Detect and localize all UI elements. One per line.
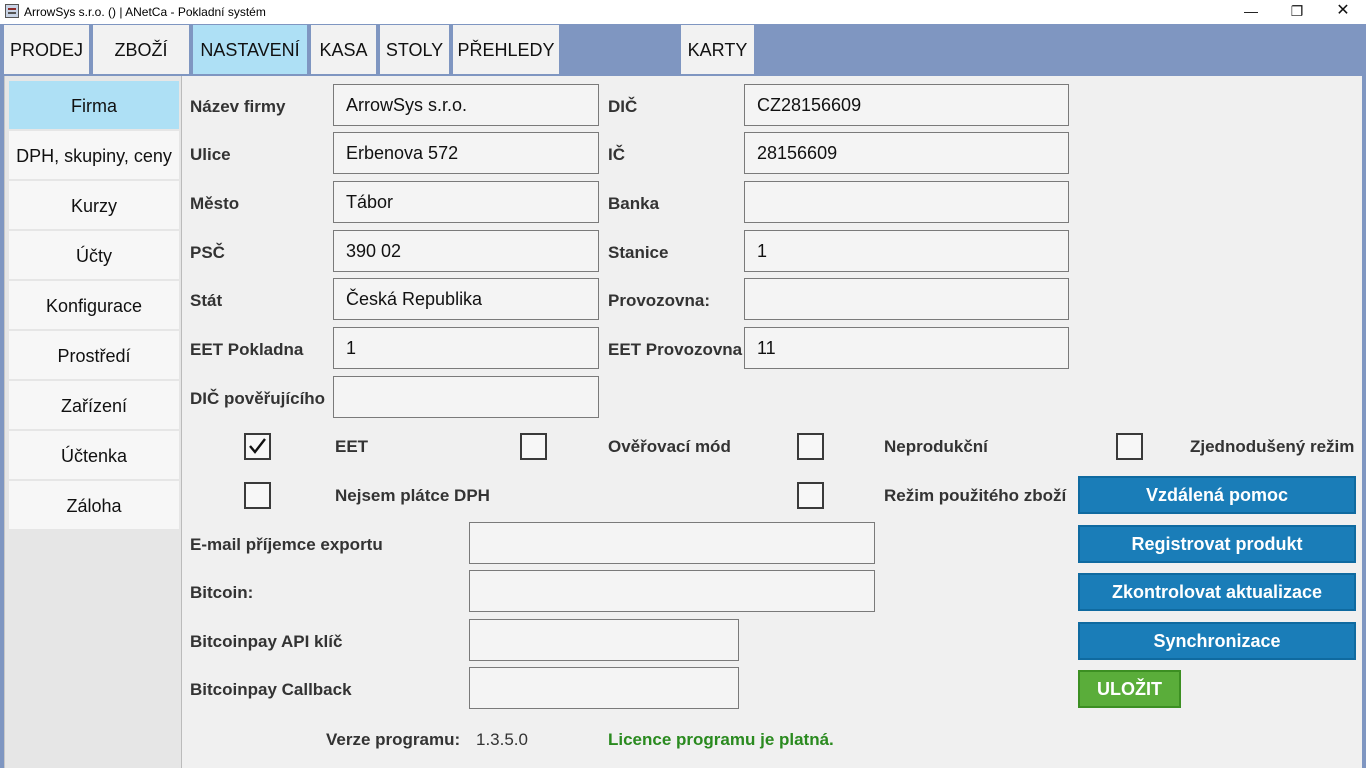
country-label: Stát	[190, 291, 223, 310]
register-product-button[interactable]: Registrovat produkt	[1078, 525, 1356, 563]
restore-icon[interactable]: ❐	[1274, 0, 1320, 24]
verification-mode-checkbox[interactable]	[520, 433, 547, 460]
window-frame-right	[1362, 76, 1366, 768]
check-updates-button[interactable]: Zkontrolovat aktualizace	[1078, 573, 1356, 611]
sidebar-item-uctenka[interactable]: Účtenka	[9, 431, 179, 479]
title-bar: ArrowSys s.r.o. () | ANetCa - Pokladní s…	[0, 0, 1366, 24]
tab-karty[interactable]: KARTY	[681, 25, 754, 74]
used-goods-mode-checkbox[interactable]	[797, 482, 824, 509]
export-email-field[interactable]	[469, 522, 875, 564]
tab-kasa[interactable]: KASA	[311, 25, 376, 74]
eet-register-label: EET Pokladna	[190, 340, 304, 359]
zip-label: PSČ	[190, 243, 225, 262]
eet-premises-label: EET Provozovna	[608, 340, 743, 359]
bitcoinpay-api-key-label: Bitcoinpay API klíč	[190, 632, 343, 651]
tax-id-label: DIČ	[608, 97, 638, 116]
tab-stoly[interactable]: STOLY	[380, 25, 449, 74]
sidebar-item-firma[interactable]: Firma	[9, 81, 179, 129]
simplified-mode-label: Zjednodušený režim	[1190, 437, 1355, 456]
export-email-label: E-mail příjemce exportu	[190, 535, 383, 554]
authorizing-tax-id-field[interactable]	[333, 376, 599, 418]
company-id-label: IČ	[608, 145, 625, 164]
licence-status: Licence programu je platná.	[608, 730, 834, 749]
remote-help-button[interactable]: Vzdálená pomoc	[1078, 476, 1356, 514]
company-id-field[interactable]: 28156609	[744, 132, 1069, 174]
close-icon[interactable]: ✕	[1320, 0, 1366, 24]
bitcoinpay-api-key-field[interactable]	[469, 619, 739, 661]
bitcoinpay-callback-label: Bitcoinpay Callback	[190, 680, 352, 699]
version-value: 1.3.5.0	[476, 730, 528, 749]
country-field[interactable]: Česká Republika	[333, 278, 599, 320]
window-title: ArrowSys s.r.o. () | ANetCa - Pokladní s…	[24, 5, 266, 19]
settings-sidebar: Firma DPH, skupiny, ceny Kurzy Účty Konf…	[4, 76, 181, 768]
bitcoin-field[interactable]	[469, 570, 875, 612]
sidebar-item-kurzy[interactable]: Kurzy	[9, 181, 179, 229]
sidebar-item-zaloha[interactable]: Záloha	[9, 481, 179, 529]
eet-checkbox[interactable]	[244, 433, 271, 460]
sidebar-item-ucty[interactable]: Účty	[9, 231, 179, 279]
sidebar-item-dph[interactable]: DPH, skupiny, ceny	[9, 131, 179, 179]
city-label: Město	[190, 194, 240, 213]
save-button[interactable]: ULOŽIT	[1078, 670, 1181, 708]
main-tab-bar: PRODEJ ZBOŽÍ NASTAVENÍ KASA STOLY PŘEHLE…	[0, 24, 1366, 76]
street-label: Ulice	[190, 145, 231, 164]
synchronize-button[interactable]: Synchronizace	[1078, 622, 1356, 660]
tab-prodej[interactable]: PRODEJ	[4, 25, 89, 74]
simplified-mode-checkbox[interactable]	[1116, 433, 1143, 460]
app-icon	[5, 4, 19, 18]
premises-label: Provozovna:	[608, 291, 711, 310]
station-label: Stanice	[608, 243, 669, 262]
sidebar-item-prostredi[interactable]: Prostředí	[9, 331, 179, 379]
sidebar-item-konfigurace[interactable]: Konfigurace	[9, 281, 179, 329]
not-vat-payer-label: Nejsem plátce DPH	[335, 486, 490, 505]
version-label: Verze programu:	[326, 730, 461, 749]
minimize-icon[interactable]: —	[1228, 0, 1274, 24]
station-field[interactable]: 1	[744, 230, 1069, 272]
bank-label: Banka	[608, 194, 660, 213]
sidebar-item-zarizeni[interactable]: Zařízení	[9, 381, 179, 429]
street-field[interactable]: Erbenova 572	[333, 132, 599, 174]
city-field[interactable]: Tábor	[333, 181, 599, 223]
used-goods-mode-label: Režim použitého zboží	[884, 486, 1067, 505]
company-name-field[interactable]: ArrowSys s.r.o.	[333, 84, 599, 126]
tax-id-field[interactable]: CZ28156609	[744, 84, 1069, 126]
checkmark-icon	[249, 438, 266, 454]
company-settings-panel: Název firmy ArrowSys s.r.o. Ulice Erbeno…	[181, 76, 1362, 768]
authorizing-tax-id-label: DIČ pověřujícího	[190, 389, 326, 408]
bitcoinpay-callback-field[interactable]	[469, 667, 739, 709]
tab-prehledy[interactable]: PŘEHLEDY	[453, 25, 559, 74]
tab-nastaveni[interactable]: NASTAVENÍ	[193, 25, 307, 74]
eet-premises-field[interactable]: 11	[744, 327, 1069, 369]
not-vat-payer-checkbox[interactable]	[244, 482, 271, 509]
non-production-checkbox[interactable]	[797, 433, 824, 460]
premises-field[interactable]	[744, 278, 1069, 320]
bitcoin-label: Bitcoin:	[190, 583, 254, 602]
verification-mode-label: Ověřovací mód	[608, 437, 731, 456]
tab-zbozi[interactable]: ZBOŽÍ	[93, 25, 189, 74]
bank-field[interactable]	[744, 181, 1069, 223]
eet-checkbox-label: EET	[335, 437, 369, 456]
eet-register-field[interactable]: 1	[333, 327, 599, 369]
company-name-label: Název firmy	[190, 97, 286, 116]
non-production-label: Neprodukční	[884, 437, 988, 456]
zip-field[interactable]: 390 02	[333, 230, 599, 272]
